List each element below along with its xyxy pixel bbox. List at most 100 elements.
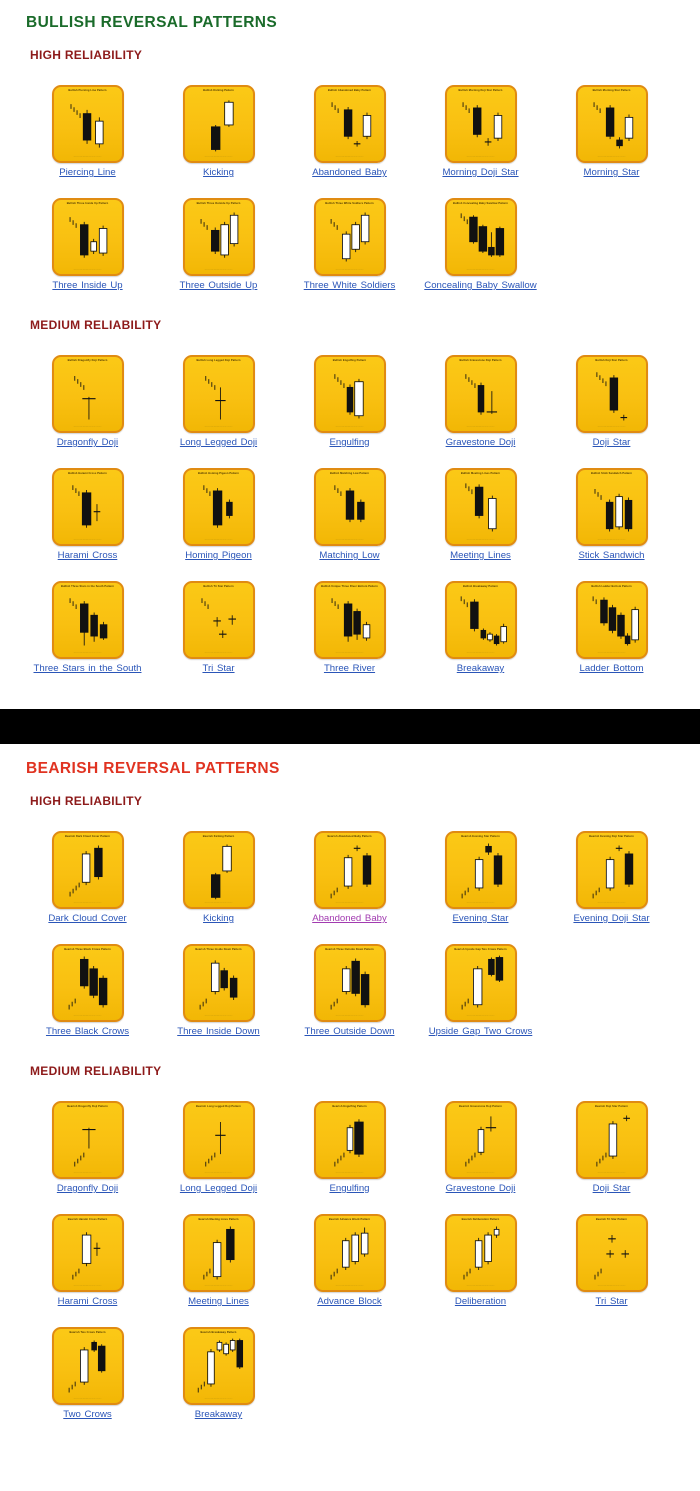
pattern-thumbnail[interactable]: Bearish Two Crows Pattern www.candlestick… bbox=[51, 1327, 124, 1405]
pattern-thumbnail[interactable]: Bullish Abandoned Baby Pattern www.candle… bbox=[313, 85, 386, 163]
pattern-link[interactable]: Harami Cross bbox=[58, 1296, 118, 1308]
pattern-link[interactable]: Kicking bbox=[203, 167, 234, 179]
pattern-cell[interactable]: Bearish Evening Doji Star Pattern www.can… bbox=[546, 822, 677, 925]
pattern-cell[interactable]: Bullish Three Stars in the South Pattern… bbox=[22, 572, 153, 675]
pattern-thumbnail[interactable]: Bullish Tri Star Pattern www.candlestickf… bbox=[182, 581, 255, 659]
pattern-cell[interactable]: Bearish Dark Cloud Cover Pattern www.cand… bbox=[22, 822, 153, 925]
pattern-thumbnail[interactable]: Bullish Homing Pigeon Pattern www.candles… bbox=[182, 468, 255, 546]
pattern-thumbnail[interactable]: Bearish Upside Gap Two Crows Pattern www.… bbox=[444, 944, 517, 1022]
pattern-thumbnail[interactable]: Bearish Deliberation Pattern www.candlest… bbox=[444, 1214, 517, 1292]
pattern-cell[interactable]: Bullish Three Inside Up Pattern www.candl… bbox=[22, 189, 153, 292]
pattern-thumbnail[interactable]: Bearish Dark Cloud Cover Pattern www.cand… bbox=[51, 831, 124, 909]
pattern-thumbnail[interactable]: Bullish Long Legged Doji Pattern www.cand… bbox=[182, 355, 255, 433]
pattern-link[interactable]: Concealing Baby Swallow bbox=[424, 280, 536, 292]
pattern-cell[interactable]: Bearish Breakaway Pattern www.candlestick… bbox=[153, 1318, 284, 1421]
pattern-thumbnail[interactable]: Bullish Gravestone Doji Pattern www.candl… bbox=[444, 355, 517, 433]
pattern-thumbnail[interactable]: Bearish Doji Star Pattern www.candlestick… bbox=[575, 1101, 648, 1179]
pattern-link[interactable]: Engulfing bbox=[329, 1183, 369, 1195]
pattern-thumbnail[interactable]: Bullish Breakaway Pattern www.candlestick… bbox=[444, 581, 517, 659]
pattern-link[interactable]: Two Crows bbox=[63, 1409, 111, 1421]
pattern-link[interactable]: Tri Star bbox=[595, 1296, 627, 1308]
pattern-cell[interactable]: Bearish Abandoned Baby Pattern www.candle… bbox=[284, 822, 415, 925]
pattern-thumbnail[interactable]: Bullish Meeting Lines Pattern www.candles… bbox=[444, 468, 517, 546]
pattern-thumbnail[interactable]: Bullish Three Outside Up Pattern www.cand… bbox=[182, 198, 255, 276]
pattern-thumbnail[interactable]: Bearish Gravestone Doji Pattern www.candl… bbox=[444, 1101, 517, 1179]
pattern-cell[interactable]: Bearish Harami Cross Pattern www.candlest… bbox=[22, 1205, 153, 1308]
pattern-cell[interactable]: Bullish Doji Star Pattern www.candlestick… bbox=[546, 346, 677, 449]
pattern-link[interactable]: Three White Soldiers bbox=[304, 280, 396, 292]
pattern-thumbnail[interactable]: Bearish Kicking Pattern www.candlestickfo… bbox=[182, 831, 255, 909]
pattern-cell[interactable]: Bullish Morning Star Pattern www.candlest… bbox=[546, 76, 677, 179]
pattern-link[interactable]: Abandoned Baby bbox=[312, 913, 387, 925]
pattern-link[interactable]: Gravestone Doji bbox=[446, 1183, 516, 1195]
pattern-cell[interactable]: Bearish Dragonfly Doji Pattern www.candle… bbox=[22, 1092, 153, 1195]
pattern-link[interactable]: Breakaway bbox=[195, 1409, 242, 1421]
pattern-link[interactable]: Tri Star bbox=[202, 663, 234, 675]
pattern-cell[interactable]: Bearish Gravestone Doji Pattern www.candl… bbox=[415, 1092, 546, 1195]
pattern-thumbnail[interactable]: Bearish Three Outside Down Pattern www.ca… bbox=[313, 944, 386, 1022]
pattern-cell[interactable]: Bullish Kicking Pattern www.candlestickfo… bbox=[153, 76, 284, 179]
pattern-link[interactable]: Breakaway bbox=[457, 663, 504, 675]
pattern-link[interactable]: Matching Low bbox=[319, 550, 379, 562]
pattern-thumbnail[interactable]: Bullish Kicking Pattern www.candlestickfo… bbox=[182, 85, 255, 163]
pattern-link[interactable]: Homing Pigeon bbox=[185, 550, 252, 562]
pattern-cell[interactable]: Bearish Evening Star Pattern www.candlest… bbox=[415, 822, 546, 925]
pattern-cell[interactable]: Bearish Doji Star Pattern www.candlestick… bbox=[546, 1092, 677, 1195]
pattern-thumbnail[interactable]: Bearish Three Black Crows Pattern www.can… bbox=[51, 944, 124, 1022]
pattern-thumbnail[interactable]: Bullish Harami Cross Pattern www.candlest… bbox=[51, 468, 124, 546]
pattern-thumbnail[interactable]: Bearish Evening Star Pattern www.candlest… bbox=[444, 831, 517, 909]
pattern-thumbnail[interactable]: Bullish Three Inside Up Pattern www.candl… bbox=[51, 198, 124, 276]
pattern-link[interactable]: Doji Star bbox=[593, 437, 631, 449]
pattern-cell[interactable]: Bullish Gravestone Doji Pattern www.candl… bbox=[415, 346, 546, 449]
pattern-cell[interactable]: Bearish Upside Gap Two Crows Pattern www.… bbox=[415, 935, 546, 1038]
pattern-thumbnail[interactable]: Bullish Three Stars in the South Pattern… bbox=[51, 581, 124, 659]
pattern-link[interactable]: Dark Cloud Cover bbox=[48, 913, 126, 925]
pattern-cell[interactable]: Bullish Abandoned Baby Pattern www.candle… bbox=[284, 76, 415, 179]
pattern-cell[interactable]: Bullish Three Outside Up Pattern www.cand… bbox=[153, 189, 284, 292]
pattern-thumbnail[interactable]: Bearish Meeting Lines Pattern www.candles… bbox=[182, 1214, 255, 1292]
pattern-cell[interactable]: Bullish Piercing Line Pattern www.candles… bbox=[22, 76, 153, 179]
pattern-link[interactable]: Dragonfly Doji bbox=[57, 437, 118, 449]
pattern-cell[interactable]: Bearish Long Legged Doji Pattern www.cand… bbox=[153, 1092, 284, 1195]
pattern-link[interactable]: Three Inside Up bbox=[52, 280, 122, 292]
pattern-link[interactable]: Kicking bbox=[203, 913, 234, 925]
pattern-cell[interactable]: Bearish Two Crows Pattern www.candlestick… bbox=[22, 1318, 153, 1421]
pattern-link[interactable]: Three Black Crows bbox=[46, 1026, 129, 1038]
pattern-link[interactable]: Ladder Bottom bbox=[580, 663, 644, 675]
pattern-thumbnail[interactable]: Bullish Piercing Line Pattern www.candles… bbox=[51, 85, 124, 163]
pattern-cell[interactable]: Bullish Stick Sandwich Pattern www.candle… bbox=[546, 459, 677, 562]
pattern-thumbnail[interactable]: Bearish Engulfing Pattern www.candlestick… bbox=[313, 1101, 386, 1179]
pattern-link[interactable]: Deliberation bbox=[455, 1296, 506, 1308]
pattern-cell[interactable]: Bullish Harami Cross Pattern www.candlest… bbox=[22, 459, 153, 562]
pattern-cell[interactable]: Bullish Matching Low Pattern www.candlest… bbox=[284, 459, 415, 562]
pattern-link[interactable]: Three Outside Up bbox=[180, 280, 258, 292]
pattern-link[interactable]: Stick Sandwich bbox=[578, 550, 644, 562]
pattern-cell[interactable]: Bearish Engulfing Pattern www.candlestick… bbox=[284, 1092, 415, 1195]
pattern-link[interactable]: Three Outside Down bbox=[305, 1026, 395, 1038]
pattern-cell[interactable]: Bullish Homing Pigeon Pattern www.candles… bbox=[153, 459, 284, 562]
pattern-cell[interactable]: Bullish Engulfing Pattern www.candlestick… bbox=[284, 346, 415, 449]
pattern-cell[interactable]: Bearish Deliberation Pattern www.candlest… bbox=[415, 1205, 546, 1308]
pattern-thumbnail[interactable]: Bullish Three White Soldiers Pattern www.… bbox=[313, 198, 386, 276]
pattern-cell[interactable]: Bullish Concealing Baby Swallow Pattern w… bbox=[415, 189, 546, 292]
pattern-cell[interactable]: Bullish Morning Doji Star Pattern www.can… bbox=[415, 76, 546, 179]
pattern-link[interactable]: Abandoned Baby bbox=[312, 167, 387, 179]
pattern-link[interactable]: Meeting Lines bbox=[450, 550, 511, 562]
pattern-link[interactable]: Dragonfly Doji bbox=[57, 1183, 118, 1195]
pattern-cell[interactable]: Bullish Breakaway Pattern www.candlestick… bbox=[415, 572, 546, 675]
pattern-thumbnail[interactable]: Bullish Unique Three River Bottom Patter… bbox=[313, 581, 386, 659]
pattern-link[interactable]: Harami Cross bbox=[58, 550, 118, 562]
pattern-link[interactable]: Gravestone Doji bbox=[446, 437, 516, 449]
pattern-thumbnail[interactable]: Bullish Stick Sandwich Pattern www.candle… bbox=[575, 468, 648, 546]
pattern-thumbnail[interactable]: Bearish Breakaway Pattern www.candlestick… bbox=[182, 1327, 255, 1405]
pattern-link[interactable]: Advance Block bbox=[317, 1296, 381, 1308]
pattern-cell[interactable]: Bearish Three Outside Down Pattern www.ca… bbox=[284, 935, 415, 1038]
pattern-cell[interactable]: Bullish Long Legged Doji Pattern www.cand… bbox=[153, 346, 284, 449]
pattern-cell[interactable]: Bullish Meeting Lines Pattern www.candles… bbox=[415, 459, 546, 562]
pattern-cell[interactable]: Bearish Advance Block Pattern www.candles… bbox=[284, 1205, 415, 1308]
pattern-link[interactable]: Upside Gap Two Crows bbox=[429, 1026, 533, 1038]
pattern-thumbnail[interactable]: Bullish Engulfing Pattern www.candlestick… bbox=[313, 355, 386, 433]
pattern-cell[interactable]: Bearish Three Black Crows Pattern www.can… bbox=[22, 935, 153, 1038]
pattern-link[interactable]: Three River bbox=[324, 663, 375, 675]
pattern-thumbnail[interactable]: Bullish Ladder Bottom Pattern www.candles… bbox=[575, 581, 648, 659]
